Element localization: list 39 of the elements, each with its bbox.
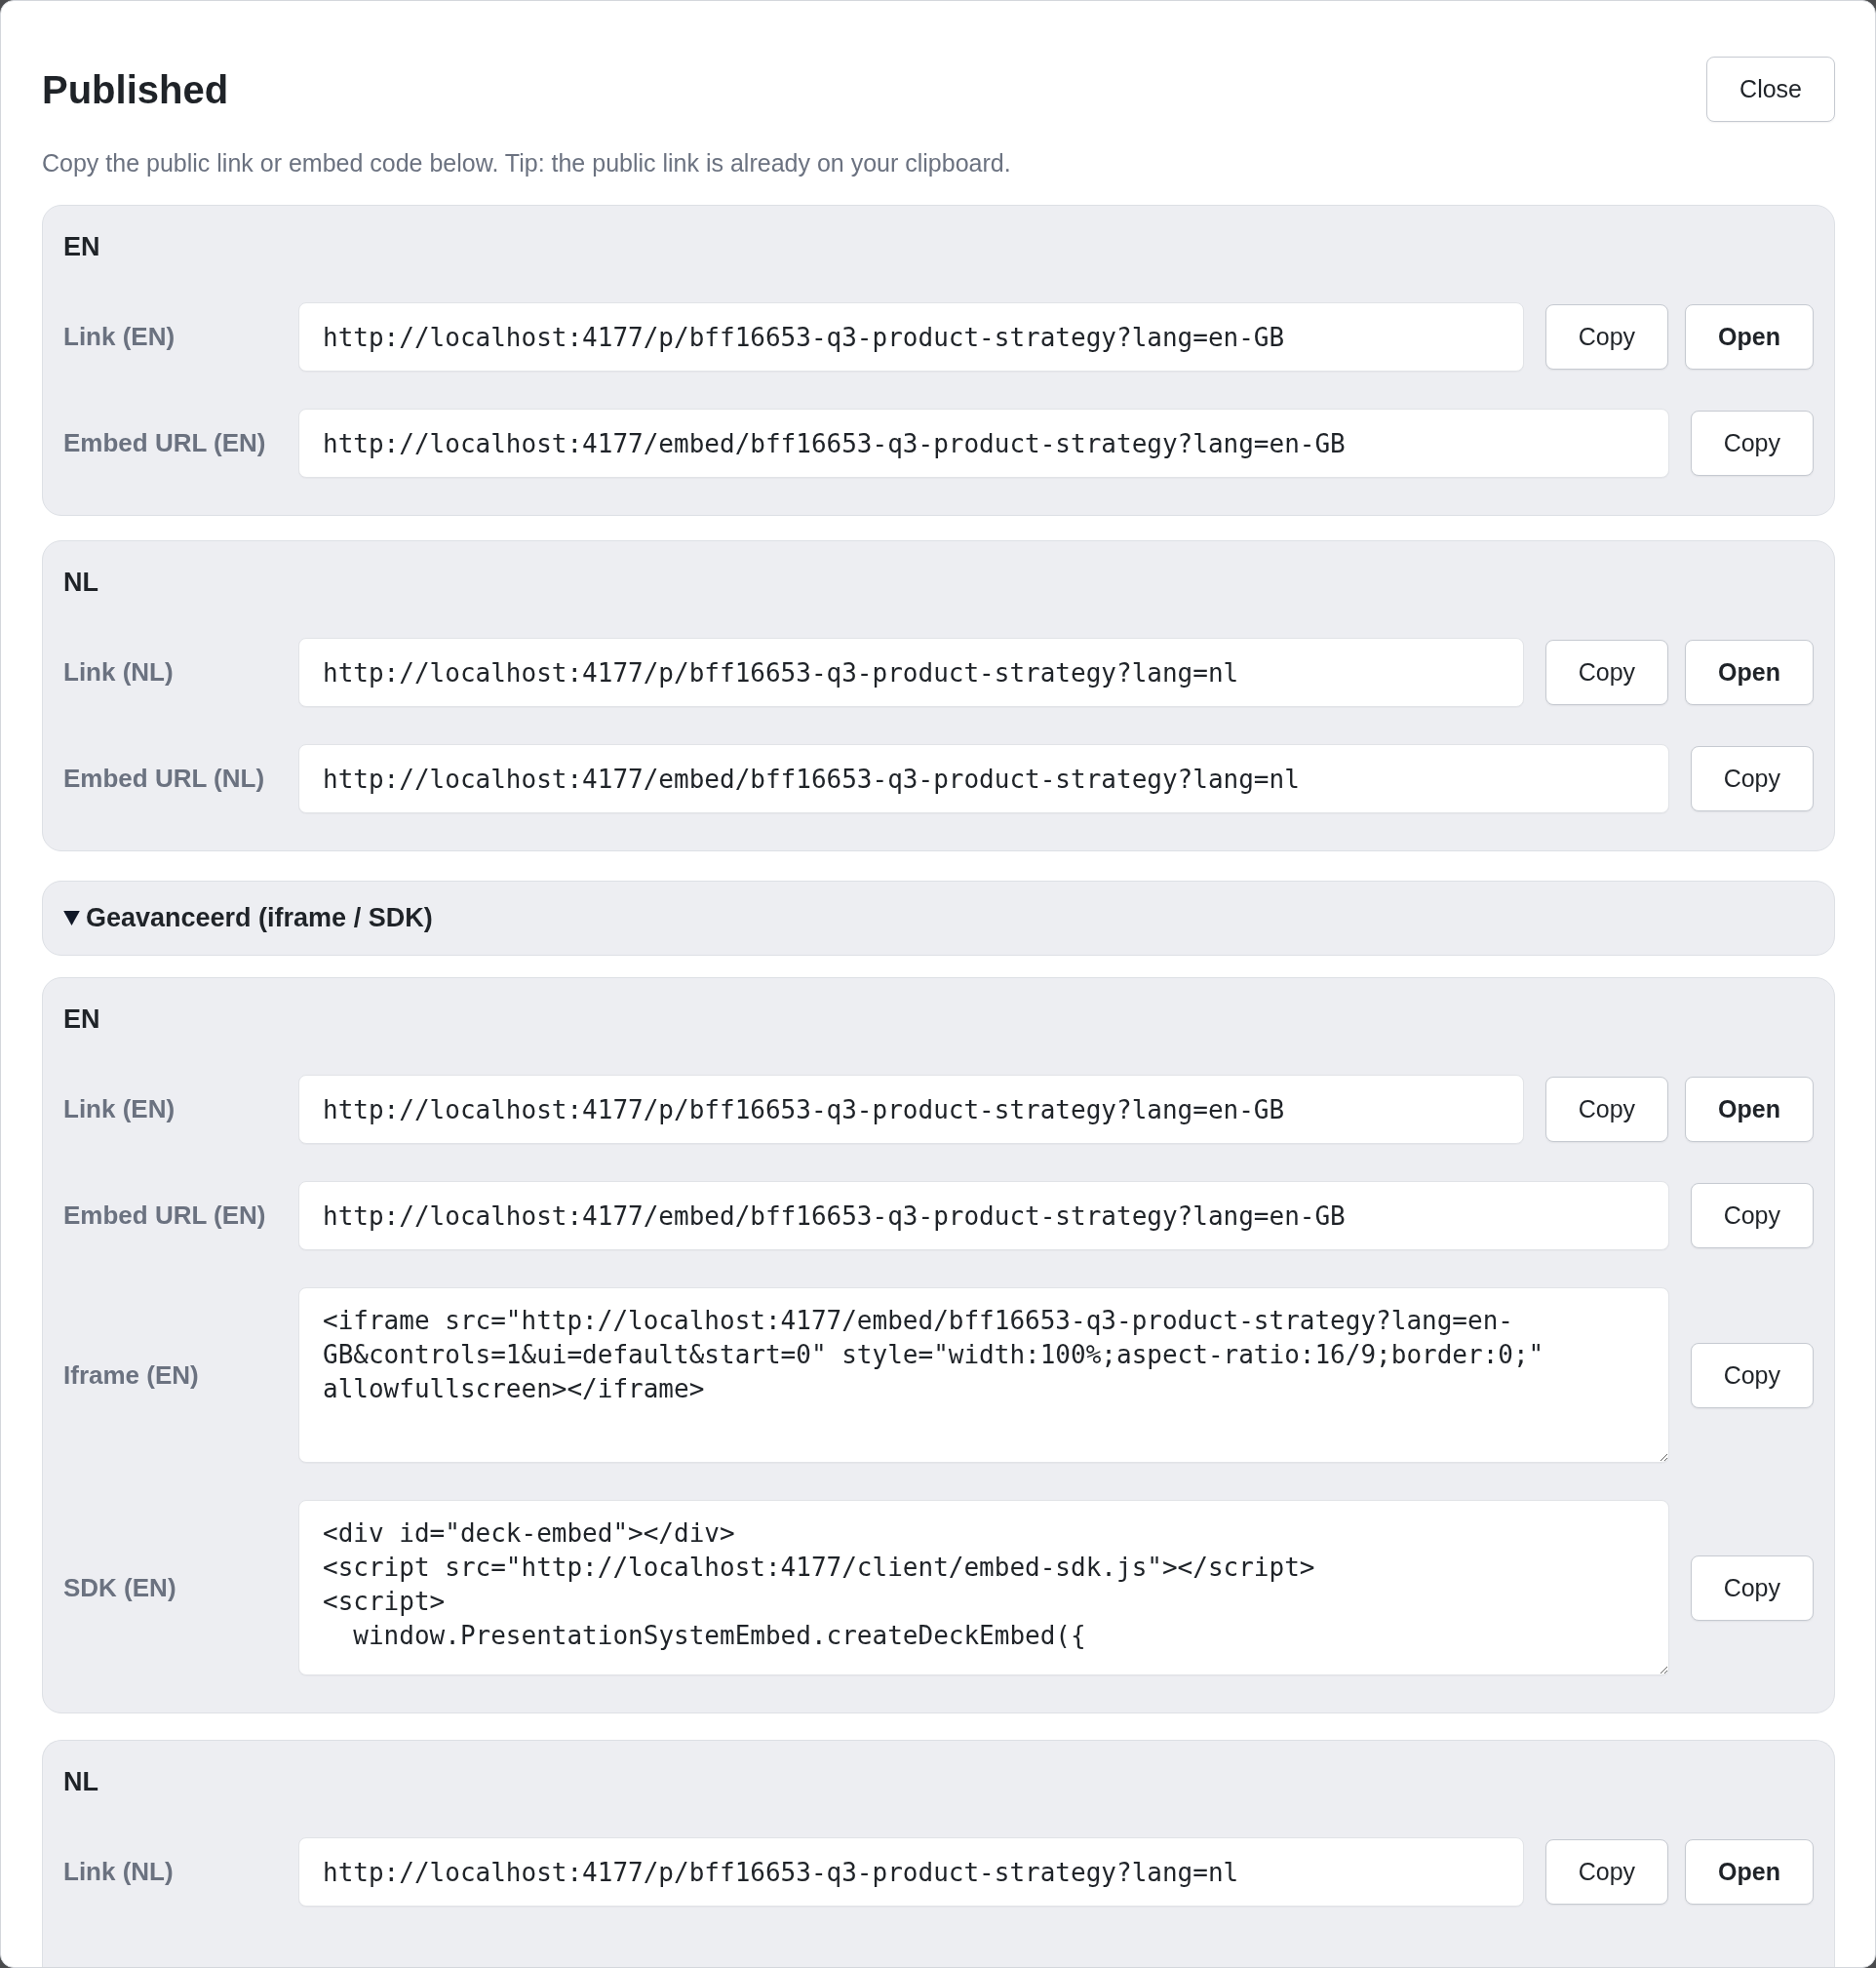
copy-button[interactable]: Copy [1690, 746, 1814, 811]
copy-button[interactable]: Copy [1690, 411, 1814, 476]
field-label: Link (EN) [63, 1094, 176, 1124]
copy-button[interactable]: Copy [1544, 304, 1669, 370]
open-button[interactable]: Open [1685, 1077, 1814, 1142]
copy-button[interactable]: Copy [1690, 1342, 1814, 1408]
field-label: Iframe (EN) [63, 1359, 200, 1391]
close-button[interactable]: Close [1706, 57, 1835, 122]
language-heading: EN [63, 232, 101, 261]
copy-button[interactable]: Copy [1690, 1183, 1814, 1248]
language-heading: NL [63, 568, 99, 597]
url-field[interactable]: http://localhost:4177/p/bff16653-q3-product-strategy?lang=nl [298, 1837, 1524, 1907]
url-field[interactable]: http://localhost:4177/embed/bff16653-q3-product-strategy?lang=en-GB [298, 1181, 1669, 1250]
code-field[interactable]: <iframe src="http://localhost:4177/embed/bff16653-q3-product-strategy?lang=en-GB&controls=1&ui=default&start=0" style="width:100%;aspect-ratio:16/9;border:0;" allowfullscreen></iframe> [298, 1287, 1669, 1463]
field-label: Link (EN) [63, 322, 176, 352]
copy-button[interactable]: Copy [1544, 1839, 1669, 1905]
dialog-title: Published [42, 66, 229, 113]
open-button[interactable]: Open [1685, 304, 1814, 370]
url-field[interactable]: http://localhost:4177/embed/bff16653-q3-product-strategy?lang=nl [298, 744, 1669, 813]
open-button[interactable]: Open [1685, 640, 1814, 705]
field-label: Link (NL) [63, 657, 175, 688]
advanced-toggle[interactable]: Geavanceerd (iframe / SDK) [42, 881, 1835, 956]
code-field[interactable]: <div id="deck-embed"></div> <script src="http://localhost:4177/client/embed-sdk.js"></script> <script> window.PresentationSystemEmbed.createDeckEmbed({ [298, 1500, 1669, 1675]
field-label: Embed URL (EN) [63, 1200, 267, 1231]
dialog-description: Copy the public link or embed code below. Tip: the public link is already on your clipboard. [42, 148, 1012, 177]
language-heading: NL [63, 1767, 99, 1796]
language-heading: EN [63, 1004, 101, 1034]
open-button[interactable]: Open [1685, 1839, 1814, 1905]
url-field[interactable]: http://localhost:4177/p/bff16653-q3-product-strategy?lang=en-GB [298, 302, 1524, 372]
field-label: Embed URL (NL) [63, 764, 266, 794]
field-label: Link (NL) [63, 1857, 175, 1887]
copy-button[interactable]: Copy [1544, 1077, 1669, 1142]
field-label: SDK (EN) [63, 1572, 177, 1603]
field-label: Embed URL (EN) [63, 428, 267, 458]
url-field[interactable]: http://localhost:4177/p/bff16653-q3-product-strategy?lang=en-GB [298, 1075, 1524, 1144]
url-field[interactable]: http://localhost:4177/p/bff16653-q3-product-strategy?lang=nl [298, 638, 1524, 707]
url-field[interactable]: http://localhost:4177/embed/bff16653-q3-product-strategy?lang=en-GB [298, 409, 1669, 478]
copy-button[interactable]: Copy [1544, 640, 1669, 705]
copy-button[interactable]: Copy [1690, 1555, 1814, 1621]
